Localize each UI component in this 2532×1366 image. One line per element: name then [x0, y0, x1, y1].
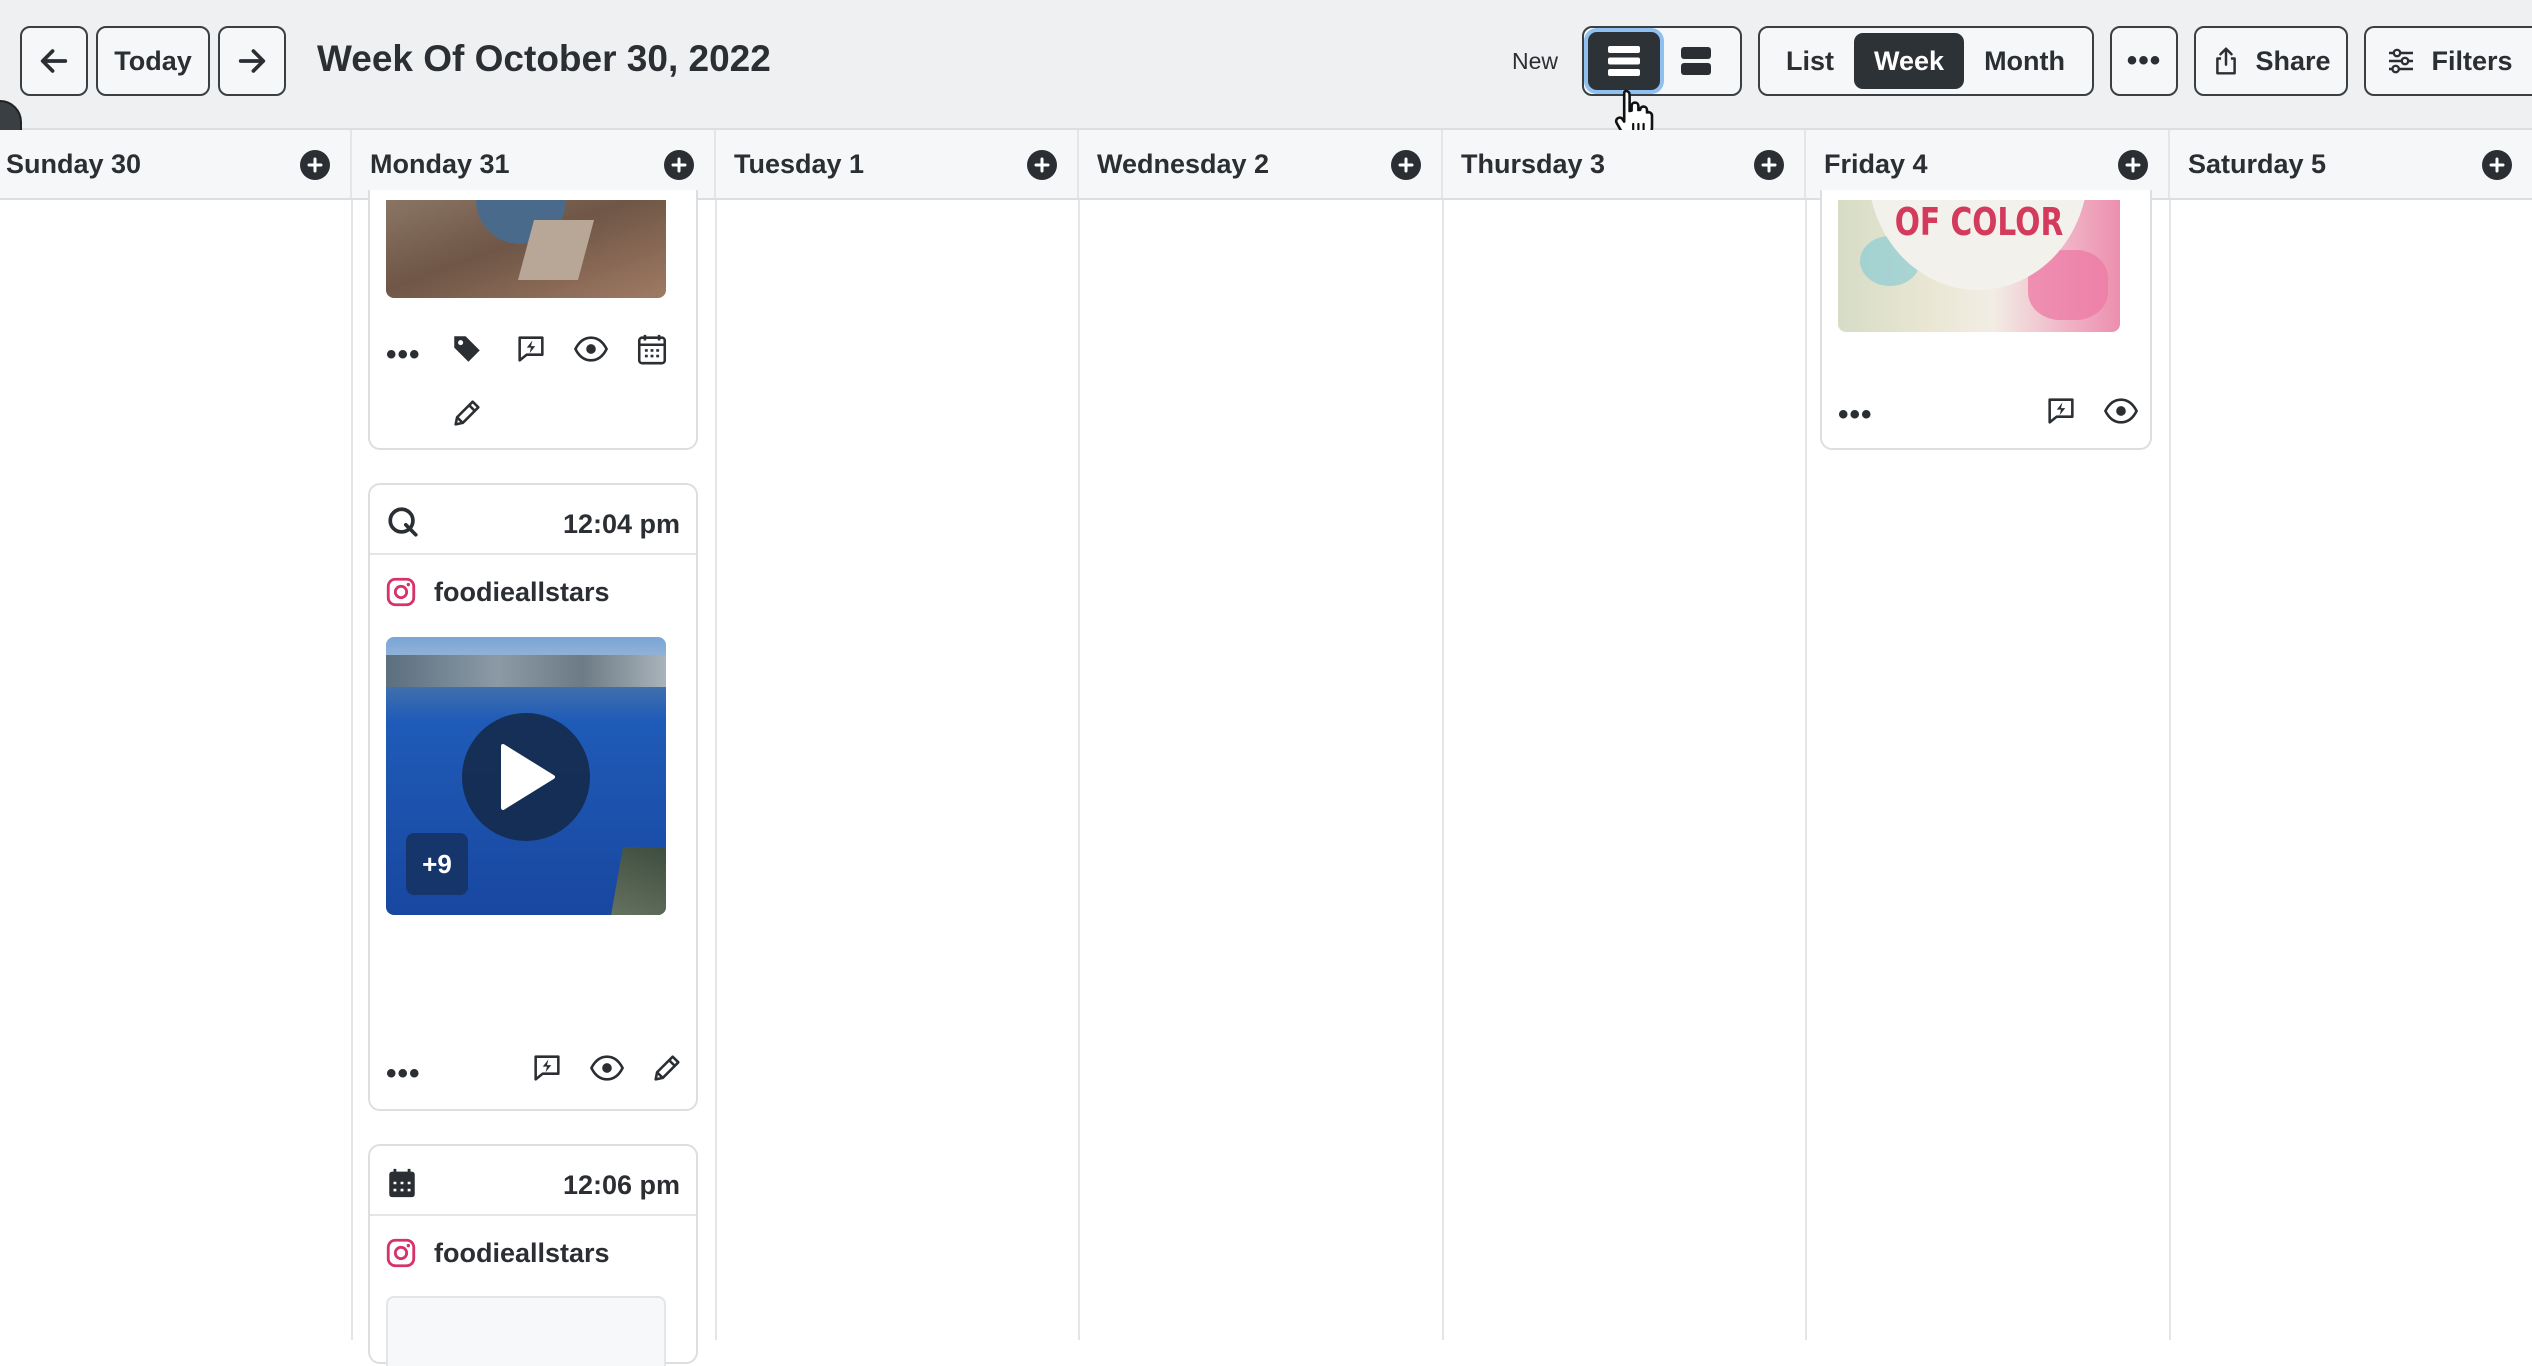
today-button[interactable]: Today: [96, 26, 210, 96]
add-post-icon[interactable]: [664, 150, 694, 180]
day-label: Wednesday 2: [1097, 148, 1270, 179]
eye-icon[interactable]: [2104, 396, 2138, 426]
more-options-button[interactable]: •••: [2110, 26, 2178, 96]
search-q-icon: [388, 507, 418, 537]
add-post-icon[interactable]: [2482, 150, 2512, 180]
column-divider: [1805, 200, 1807, 1340]
instagram-icon: [386, 577, 416, 607]
arrow-left-icon: [40, 49, 68, 73]
day-header-saturday: Saturday 5: [2170, 130, 2532, 198]
page-title: Week Of October 30, 2022: [317, 38, 771, 79]
day-header-tuesday: Tuesday 1: [716, 130, 1079, 198]
card-divider: [370, 553, 696, 555]
column-divider: [2169, 200, 2171, 1340]
view-switcher: List Week Month: [1758, 26, 2094, 96]
post-card[interactable]: 12:06 pm foodieallstars: [368, 1144, 698, 1366]
expanded-density-button[interactable]: [1588, 32, 1660, 90]
filters-button[interactable]: Filters: [2364, 26, 2532, 96]
day-label: Saturday 5: [2188, 148, 2327, 179]
column-divider: [1442, 200, 1444, 1340]
post-thumbnail[interactable]: [386, 1296, 666, 1366]
new-badge: New: [1512, 48, 1559, 74]
view-list-tab[interactable]: List: [1766, 33, 1854, 89]
post-card[interactable]: OF COLOR •••: [1820, 190, 2152, 450]
boost-icon[interactable]: [530, 1051, 564, 1085]
instagram-icon: [386, 1238, 416, 1268]
day-label: Monday 31: [370, 148, 510, 179]
add-post-icon[interactable]: [1391, 150, 1421, 180]
add-post-icon[interactable]: [1754, 150, 1784, 180]
sliders-icon: [2389, 48, 2414, 74]
eye-icon[interactable]: [574, 334, 608, 364]
eye-icon[interactable]: [590, 1053, 624, 1083]
column-divider: [351, 200, 353, 1340]
post-time: 12:04 pm: [562, 509, 680, 539]
tag-icon[interactable]: [450, 332, 484, 366]
share-label: Share: [2255, 45, 2331, 76]
day-header-wednesday: Wednesday 2: [1079, 130, 1443, 198]
more-icon[interactable]: •••: [1838, 400, 1873, 430]
post-time: 12:06 pm: [562, 1170, 680, 1200]
add-post-icon[interactable]: [2118, 150, 2148, 180]
day-header-monday: Monday 31: [352, 130, 716, 198]
day-label: Thursday 3: [1461, 148, 1606, 179]
calendar-icon[interactable]: [636, 332, 668, 366]
post-card[interactable]: 12:04 pm foodieallstars +9 •••: [368, 483, 698, 1111]
account-name: foodieallstars: [434, 1238, 610, 1268]
post-thumbnail[interactable]: OF COLOR: [1838, 200, 2120, 332]
share-icon: [2216, 47, 2237, 75]
day-label: Sunday 30: [6, 148, 142, 179]
compact-density-button[interactable]: [1660, 32, 1732, 90]
play-icon: [501, 744, 555, 810]
column-divider: [715, 200, 717, 1340]
column-divider: [1078, 200, 1080, 1340]
density-toggle: [1582, 26, 1742, 96]
calendar-icon: [389, 1168, 415, 1198]
day-label: Friday 4: [1824, 148, 1928, 179]
two-rows-icon: [1681, 47, 1711, 75]
pencil-icon[interactable]: [650, 1051, 684, 1085]
add-post-icon[interactable]: [300, 150, 330, 180]
day-label: Tuesday 1: [734, 148, 865, 179]
arrow-right-icon: [238, 49, 266, 73]
next-week-button[interactable]: [218, 26, 286, 96]
add-post-icon[interactable]: [1027, 150, 1057, 180]
pencil-icon[interactable]: [450, 396, 484, 430]
account-name: foodieallstars: [434, 577, 610, 607]
boost-icon[interactable]: [514, 332, 548, 366]
boost-icon[interactable]: [2044, 394, 2078, 428]
share-button[interactable]: Share: [2194, 26, 2348, 96]
post-thumbnail[interactable]: +9: [386, 637, 666, 915]
day-header-sunday: Sunday 30: [0, 130, 352, 198]
view-month-tab[interactable]: Month: [1964, 33, 2085, 89]
play-button[interactable]: [462, 713, 590, 841]
list-rows-icon: [1608, 46, 1640, 76]
post-card[interactable]: •••: [368, 190, 698, 450]
view-week-tab[interactable]: Week: [1854, 33, 1965, 89]
media-count-badge: +9: [406, 833, 468, 895]
toolbar: Today Week Of October 30, 2022 New List …: [0, 0, 2532, 143]
more-icon[interactable]: •••: [386, 1059, 421, 1089]
day-header-thursday: Thursday 3: [1443, 130, 1806, 198]
card-divider: [370, 1214, 696, 1216]
filters-label: Filters: [2431, 45, 2513, 76]
post-thumbnail[interactable]: [386, 200, 666, 298]
day-header-friday: Friday 4: [1806, 130, 2170, 198]
prev-week-button[interactable]: [20, 26, 88, 96]
more-icon: •••: [2126, 44, 2162, 77]
image-caption-text: OF COLOR: [1894, 200, 2064, 244]
more-icon[interactable]: •••: [386, 340, 421, 370]
